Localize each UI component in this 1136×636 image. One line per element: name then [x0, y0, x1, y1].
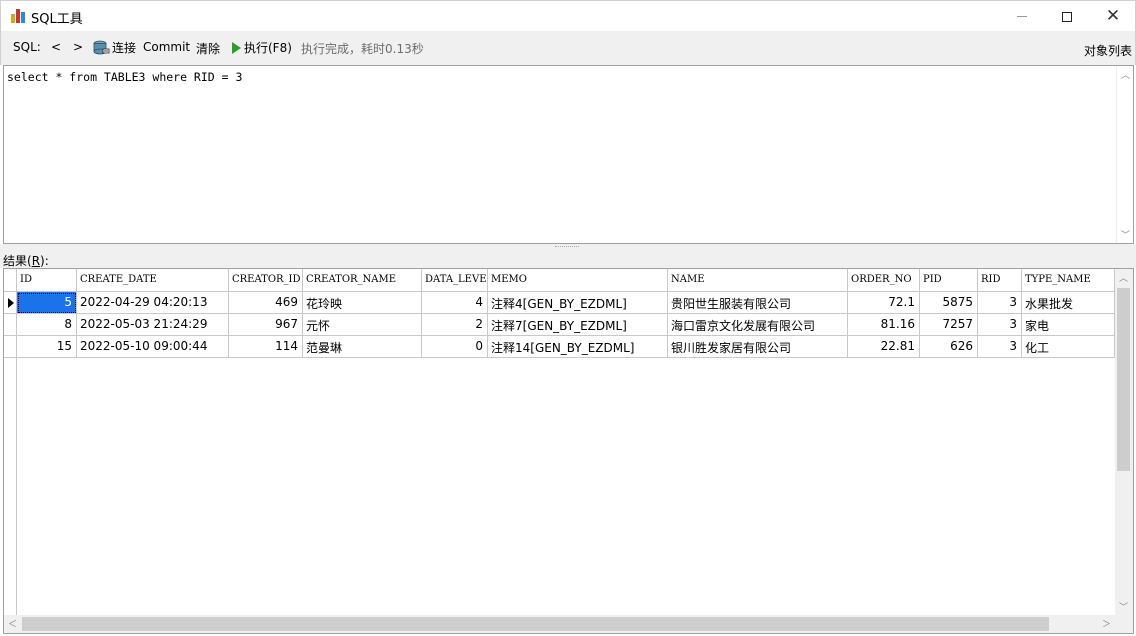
- table-cell[interactable]: 72.1: [848, 292, 920, 314]
- scroll-right-icon[interactable]: ＞: [1098, 615, 1115, 632]
- column-header-data-level[interactable]: DATA_LEVEL: [422, 269, 488, 292]
- execute-button[interactable]: 执行(F8): [232, 39, 292, 56]
- grid-vertical-scrollbar[interactable]: ︿ ﹀: [1115, 269, 1133, 615]
- scroll-up-icon[interactable]: ︿: [1117, 66, 1134, 83]
- sql-editor[interactable]: select * from TABLE3 where RID = 3 ︿ ﹀: [3, 65, 1134, 244]
- scroll-down-icon[interactable]: ﹀: [1117, 226, 1134, 243]
- table-cell[interactable]: 家电: [1022, 314, 1115, 336]
- table-cell[interactable]: 注释4[GEN_BY_EZDML]: [488, 292, 668, 314]
- column-header-type-name[interactable]: TYPE_NAME: [1022, 269, 1115, 292]
- table-cell[interactable]: 3: [978, 314, 1022, 336]
- horizontal-scroll-thumb[interactable]: [22, 617, 1049, 631]
- table-cell[interactable]: 626: [920, 336, 978, 358]
- table-cell[interactable]: 2022-04-29 04:20:13: [77, 292, 229, 314]
- toolbar: SQL: < > 连接 Commit 清除 执行(F8) 执行完成，耗时0.13…: [0, 31, 1136, 65]
- table-cell[interactable]: 海口雷京文化发展有限公司: [668, 314, 848, 336]
- connect-label: 连接: [112, 41, 137, 55]
- table-cell[interactable]: 3: [978, 292, 1022, 314]
- column-header-creator-id[interactable]: CREATOR_ID: [229, 269, 303, 292]
- column-header-memo[interactable]: MEMO: [488, 269, 668, 292]
- object-list-button[interactable]: 对象列表: [1084, 42, 1132, 59]
- close-icon: ✕: [1105, 6, 1121, 26]
- current-row-arrow-icon: [7, 297, 14, 308]
- table-cell[interactable]: 2022-05-10 09:00:44: [77, 336, 229, 358]
- table-cell[interactable]: 范曼琳: [303, 336, 422, 358]
- table-cell[interactable]: 5875: [920, 292, 978, 314]
- scroll-left-icon[interactable]: ＜: [4, 615, 21, 632]
- clear-button[interactable]: 清除: [196, 40, 220, 57]
- scroll-up-icon[interactable]: ︿: [1115, 269, 1132, 286]
- results-grid[interactable]: ︿ ﹀ ＜ ＞ ID CREATE_DATE CREATOR_ID CREATOR_N…: [3, 268, 1134, 634]
- sql-label: SQL:: [13, 40, 41, 54]
- column-header-rid[interactable]: RID: [978, 269, 1022, 292]
- row-indicator[interactable]: [4, 292, 17, 314]
- table-cell[interactable]: 2: [422, 314, 488, 336]
- table-cell[interactable]: 114: [229, 336, 303, 358]
- table-cell[interactable]: 4: [422, 292, 488, 314]
- database-connect-icon: [93, 40, 110, 55]
- sql-editor-text[interactable]: select * from TABLE3 where RID = 3: [7, 70, 242, 84]
- table-cell[interactable]: 水果批发: [1022, 292, 1115, 314]
- table-cell[interactable]: 0: [422, 336, 488, 358]
- minimize-button[interactable]: [999, 1, 1045, 32]
- table-cell[interactable]: 7257: [920, 314, 978, 336]
- title-bar: SQL工具 ✕: [0, 0, 1136, 31]
- row-indicator[interactable]: [4, 314, 17, 336]
- column-header-order-no[interactable]: ORDER_NO: [848, 269, 920, 292]
- row-indicator[interactable]: [4, 336, 17, 358]
- column-header-pid[interactable]: PID: [920, 269, 978, 292]
- table-cell[interactable]: 花玲映: [303, 292, 422, 314]
- commit-button[interactable]: Commit: [143, 40, 190, 54]
- table-cell[interactable]: 81.16: [848, 314, 920, 336]
- play-icon: [232, 41, 241, 54]
- table-cell[interactable]: 注释14[GEN_BY_EZDML]: [488, 336, 668, 358]
- column-header-id[interactable]: ID: [17, 269, 77, 292]
- execute-label: 执行(F8): [244, 41, 292, 55]
- window-title: SQL工具: [31, 12, 83, 27]
- table-cell[interactable]: 注释7[GEN_BY_EZDML]: [488, 314, 668, 336]
- app-icon: [11, 9, 25, 23]
- scroll-down-icon[interactable]: ﹀: [1115, 598, 1132, 615]
- table-cell[interactable]: 3: [978, 336, 1022, 358]
- maximize-icon: [1062, 11, 1072, 22]
- table-cell[interactable]: 5: [17, 292, 77, 314]
- table-cell[interactable]: 22.81: [848, 336, 920, 358]
- grid-horizontal-scrollbar[interactable]: ＜ ＞: [4, 615, 1115, 633]
- column-header-creator-name[interactable]: CREATOR_NAME: [303, 269, 422, 292]
- table-cell[interactable]: 967: [229, 314, 303, 336]
- close-button[interactable]: ✕: [1090, 1, 1136, 32]
- maximize-button[interactable]: [1044, 1, 1090, 32]
- table-cell[interactable]: 469: [229, 292, 303, 314]
- previous-sql-button[interactable]: <: [51, 40, 61, 54]
- column-header-create-date[interactable]: CREATE_DATE: [77, 269, 229, 292]
- table-cell[interactable]: 8: [17, 314, 77, 336]
- column-header-name[interactable]: NAME: [668, 269, 848, 292]
- vertical-scroll-thumb[interactable]: [1117, 288, 1130, 471]
- table-cell[interactable]: 贵阳世生服装有限公司: [668, 292, 848, 314]
- minimize-icon: [1017, 16, 1027, 17]
- next-sql-button[interactable]: >: [73, 40, 83, 54]
- table-cell[interactable]: 15: [17, 336, 77, 358]
- row-indicator-column: [4, 269, 17, 615]
- results-label: 结果(R):: [3, 254, 49, 268]
- table-cell[interactable]: 2022-05-03 21:24:29: [77, 314, 229, 336]
- editor-vertical-scrollbar[interactable]: ︿ ﹀: [1116, 66, 1133, 243]
- table-cell[interactable]: 化工: [1022, 336, 1115, 358]
- table-cell[interactable]: 银川胜发家居有限公司: [668, 336, 848, 358]
- table-cell[interactable]: 元怀: [303, 314, 422, 336]
- connect-button[interactable]: 连接: [93, 39, 136, 56]
- status-text: 执行完成，耗时0.13秒: [301, 42, 424, 56]
